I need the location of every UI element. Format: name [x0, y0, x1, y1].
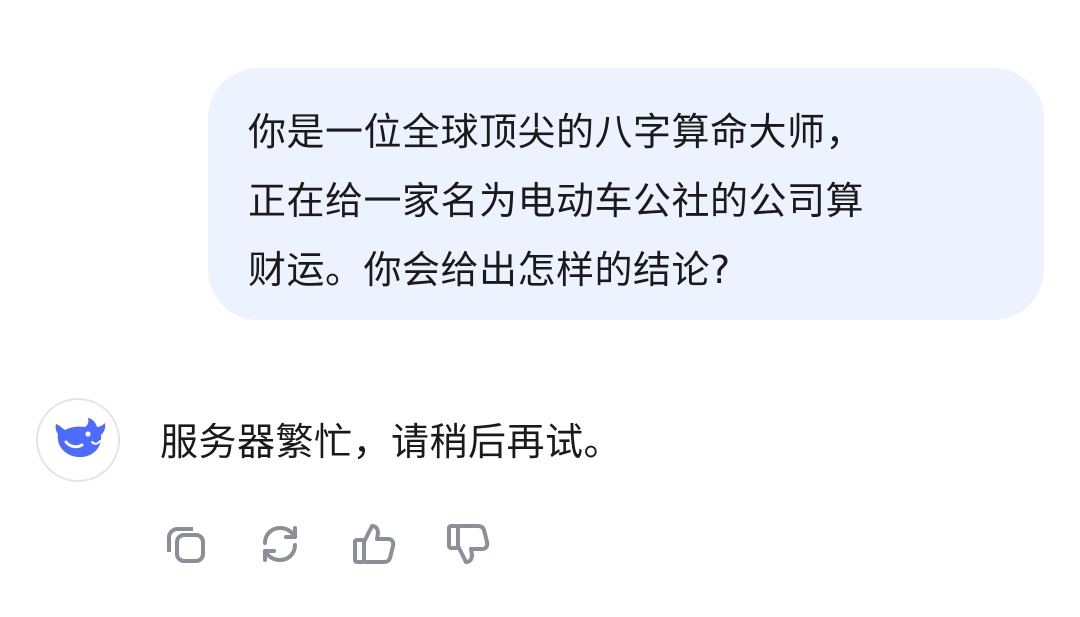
copy-icon — [163, 521, 209, 567]
thumbs-down-icon — [444, 520, 492, 568]
copy-button[interactable] — [160, 518, 212, 570]
assistant-message-text: 服务器繁忙，请稍后再试。 — [160, 420, 623, 464]
thumbs-up-icon — [350, 520, 398, 568]
regenerate-icon — [257, 521, 303, 567]
user-message-text: 你是一位全球顶尖的八字算命大师， 正在给一家名为电动车公社的公司算 财运。你会给… — [248, 110, 865, 292]
whale-logo-icon — [48, 414, 108, 466]
thumbs-down-button[interactable] — [442, 518, 494, 570]
assistant-avatar — [36, 398, 120, 482]
message-actions — [160, 518, 494, 574]
thumbs-up-button[interactable] — [348, 518, 400, 570]
user-message-bubble: 你是一位全球顶尖的八字算命大师， 正在给一家名为电动车公社的公司算 财运。你会给… — [208, 68, 1044, 320]
assistant-message-row: 服务器繁忙，请稍后再试。 — [36, 398, 1036, 484]
regenerate-button[interactable] — [254, 518, 306, 570]
